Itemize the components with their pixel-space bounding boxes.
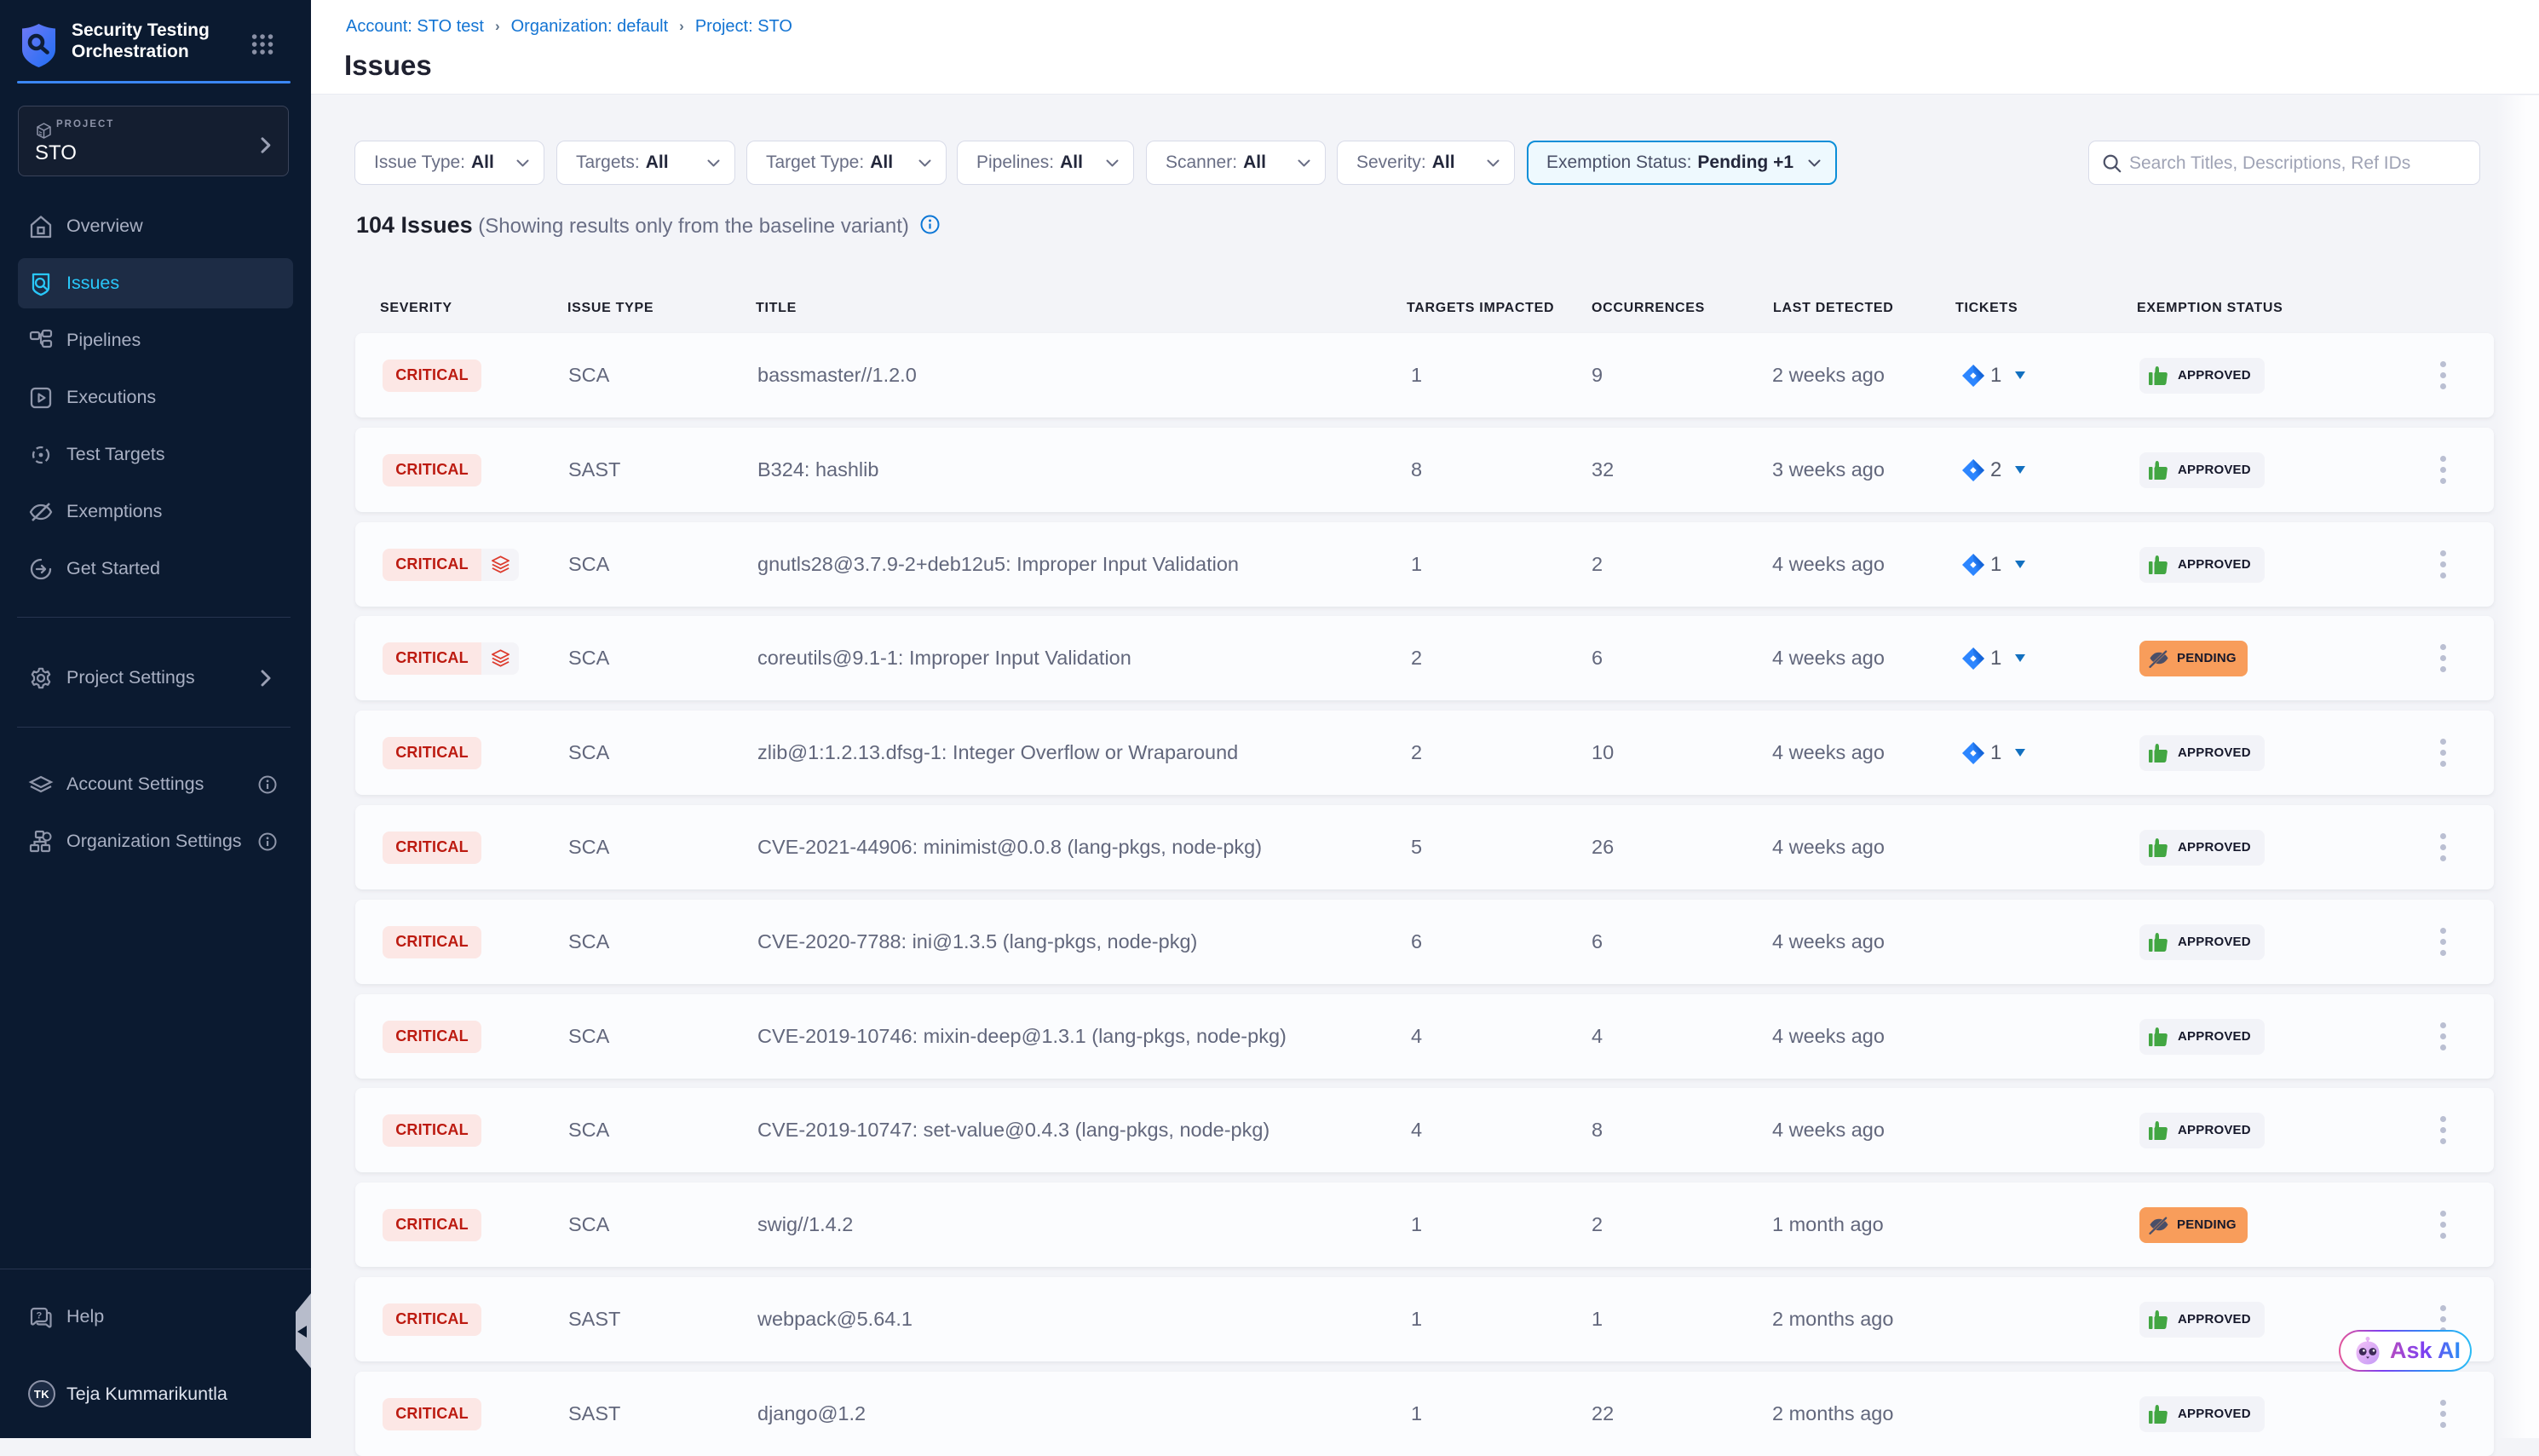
svg-text:?: ?: [37, 1310, 43, 1321]
